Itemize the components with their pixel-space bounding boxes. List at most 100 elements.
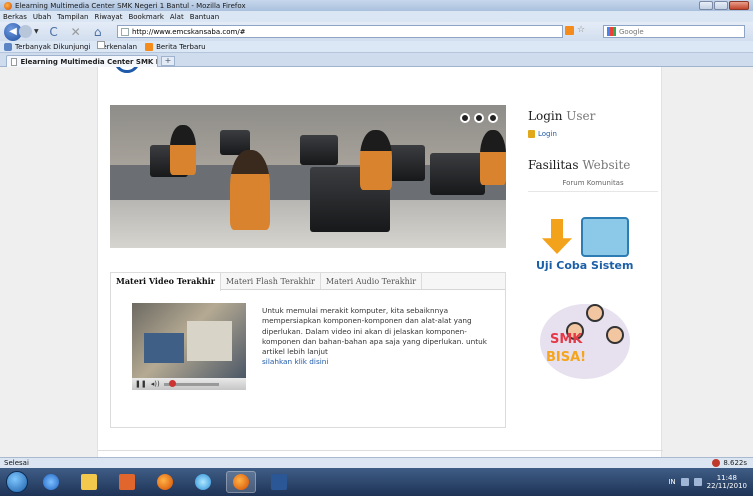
menu-bookmark[interactable]: Bookmark bbox=[128, 13, 163, 21]
video-thumbnail[interactable] bbox=[132, 303, 246, 378]
reload-icon[interactable]: C bbox=[47, 25, 61, 39]
system-tray: IN 11:48 22/11/2010 bbox=[668, 474, 747, 490]
site-logo[interactable] bbox=[114, 67, 254, 73]
firefox-icon bbox=[233, 474, 249, 490]
logo-emblem-icon bbox=[114, 67, 140, 73]
footer-divider bbox=[98, 450, 663, 451]
read-more-link[interactable]: silahkan klik disini bbox=[262, 357, 502, 367]
taskbar-media-button[interactable] bbox=[112, 471, 142, 493]
menu-tampilan[interactable]: Tampilan bbox=[57, 13, 88, 21]
page-icon bbox=[11, 57, 18, 66]
minimize-button[interactable] bbox=[699, 1, 713, 10]
menu-bantuan[interactable]: Bantuan bbox=[190, 13, 219, 21]
rss-feed-icon[interactable] bbox=[565, 25, 574, 35]
firefox-icon bbox=[4, 1, 12, 10]
bookmark-perkenalan[interactable]: Perkenalan bbox=[97, 41, 137, 51]
menu-berkas[interactable]: Berkas bbox=[3, 13, 27, 21]
tab-label: Elearning Multimedia Center SMK Ne... bbox=[20, 57, 157, 66]
taskbar-ie-button[interactable] bbox=[36, 471, 66, 493]
load-time-indicator[interactable]: 8.622s bbox=[712, 459, 747, 467]
tab-elearning[interactable]: Elearning Multimedia Center SMK Ne... bbox=[6, 55, 158, 67]
login-link[interactable]: Login bbox=[528, 130, 658, 138]
tab-strip: Elearning Multimedia Center SMK Ne... + bbox=[0, 53, 753, 67]
bookmark-berita-terbaru[interactable]: Berita Terbaru bbox=[145, 42, 206, 51]
history-dropdown-icon[interactable]: ▼ bbox=[34, 28, 39, 35]
slideshow-controls bbox=[460, 113, 498, 123]
media-tab-bar: Materi Video Terakhir Materi Flash Terak… bbox=[111, 273, 505, 291]
menu-ubah[interactable]: Ubah bbox=[33, 13, 51, 21]
start-button[interactable] bbox=[6, 471, 28, 493]
video-controls: ❚❚ ◂)) bbox=[132, 378, 246, 390]
new-tab-button[interactable]: + bbox=[161, 56, 175, 66]
window-title: Elearning Multimedia Center SMK Negeri 1… bbox=[15, 1, 246, 10]
slideshow-banner[interactable] bbox=[110, 105, 506, 248]
address-bar-actions: ☆ bbox=[565, 25, 585, 35]
slideshow-next-button[interactable] bbox=[474, 113, 484, 123]
video-description-text: Untuk memulai merakit komputer, kita seb… bbox=[262, 306, 487, 357]
uji-coba-label: Uji Coba Sistem bbox=[536, 259, 634, 272]
bookmark-folder-icon bbox=[4, 42, 12, 51]
volume-icon[interactable]: ◂)) bbox=[151, 380, 160, 388]
uji-coba-sistem-banner[interactable]: Uji Coba Sistem bbox=[536, 217, 636, 277]
page-icon bbox=[97, 41, 105, 49]
bookmark-terbanyak-dikunjungi[interactable]: Terbanyak Dikunjungi bbox=[4, 42, 90, 51]
stop-icon[interactable]: ✕ bbox=[69, 25, 83, 39]
taskbar-firefox-button[interactable] bbox=[150, 471, 180, 493]
page-icon bbox=[121, 27, 129, 36]
google-icon[interactable] bbox=[607, 27, 616, 36]
window-controls bbox=[699, 1, 749, 10]
slideshow-prev-button[interactable] bbox=[460, 113, 470, 123]
home-icon[interactable]: ⌂ bbox=[91, 25, 105, 39]
app-icon bbox=[195, 474, 211, 490]
window-titlebar: Elearning Multimedia Center SMK Negeri 1… bbox=[0, 0, 753, 11]
maximize-button[interactable] bbox=[714, 1, 728, 10]
forward-button[interactable] bbox=[19, 25, 32, 38]
seek-bar[interactable] bbox=[163, 379, 219, 387]
volume-icon[interactable] bbox=[693, 478, 702, 486]
status-bar: Selesai 8.622s bbox=[0, 457, 753, 468]
pause-icon[interactable]: ❚❚ bbox=[135, 380, 147, 388]
bookmark-star-icon[interactable]: ☆ bbox=[577, 25, 585, 35]
load-time: 8.622s bbox=[723, 459, 747, 467]
menu-alat[interactable]: Alat bbox=[170, 13, 184, 21]
latest-media-panel: Materi Video Terakhir Materi Flash Terak… bbox=[110, 272, 506, 428]
bookmark-label: Berita Terbaru bbox=[156, 42, 206, 51]
tab-materi-audio[interactable]: Materi Audio Terakhir bbox=[321, 273, 423, 289]
word-icon bbox=[271, 474, 287, 490]
tab-materi-video[interactable]: Materi Video Terakhir bbox=[111, 273, 221, 291]
rss-icon bbox=[145, 42, 154, 51]
clock-time: 11:48 bbox=[716, 474, 737, 482]
slideshow-pause-button[interactable] bbox=[488, 113, 498, 123]
bisa-label: BISA! bbox=[546, 350, 587, 365]
forum-komunitas-link[interactable]: Forum Komunitas bbox=[528, 179, 658, 192]
fasilitas-website-heading: Fasilitas Website bbox=[528, 158, 631, 172]
taskbar-app-button[interactable] bbox=[188, 471, 218, 493]
close-button[interactable] bbox=[729, 1, 749, 10]
download-arrow-icon bbox=[542, 219, 572, 254]
smk-label: SMK bbox=[550, 332, 583, 347]
taskbar-firefox-active-button[interactable] bbox=[226, 471, 256, 493]
seek-handle[interactable] bbox=[168, 379, 176, 387]
smk-bisa-banner[interactable]: SMK BISA! bbox=[536, 304, 636, 379]
language-indicator[interactable]: IN bbox=[668, 478, 675, 486]
navigation-toolbar: ◀ ▼ C ✕ ⌂ http://www.emcskansaba.com/# ☆… bbox=[0, 22, 753, 41]
web-content: Materi Video Terakhir Materi Flash Terak… bbox=[0, 67, 753, 457]
taskbar-word-button[interactable] bbox=[264, 471, 294, 493]
internet-explorer-icon bbox=[43, 474, 59, 490]
network-icon[interactable] bbox=[680, 478, 689, 486]
menu-bar: Berkas Ubah Tampilan Riwayat Bookmark Al… bbox=[0, 11, 753, 22]
computer-icon bbox=[581, 217, 629, 257]
tab-materi-flash[interactable]: Materi Flash Terakhir bbox=[221, 273, 321, 289]
menu-riwayat[interactable]: Riwayat bbox=[94, 13, 122, 21]
sidebar: Login User Login Fasilitas Website Forum… bbox=[528, 109, 658, 379]
address-bar[interactable]: http://www.emcskansaba.com/# bbox=[117, 25, 563, 38]
media-player-icon bbox=[119, 474, 135, 490]
clock[interactable]: 11:48 22/11/2010 bbox=[707, 474, 747, 490]
lock-icon bbox=[528, 130, 535, 138]
video-player[interactable]: ❚❚ ◂)) bbox=[132, 303, 246, 390]
search-placeholder: Google bbox=[619, 27, 644, 36]
speed-icon bbox=[712, 459, 721, 467]
taskbar: IN 11:48 22/11/2010 bbox=[0, 468, 753, 496]
search-bar[interactable]: Google bbox=[603, 25, 745, 38]
taskbar-explorer-button[interactable] bbox=[74, 471, 104, 493]
